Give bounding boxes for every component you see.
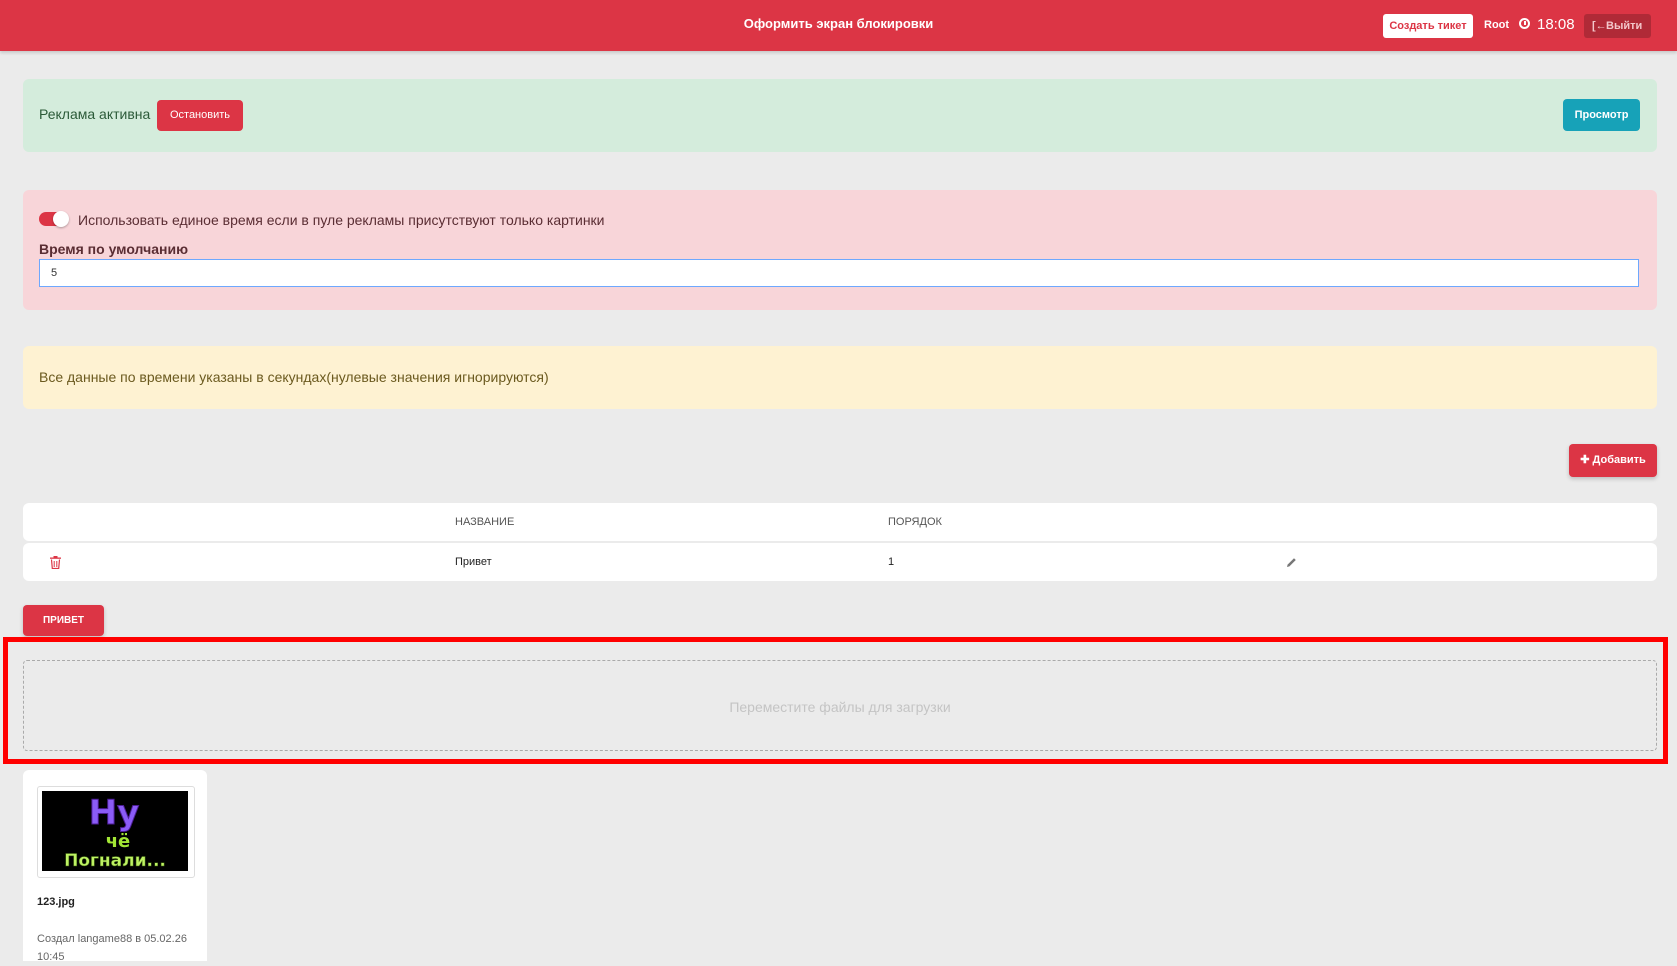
create-ticket-button[interactable]: Создать тикет <box>1383 14 1473 38</box>
info-note-text: Все данные по времени указаны в секундах… <box>39 369 549 385</box>
current-time: 18:08 <box>1537 16 1575 33</box>
info-note: Все данные по времени указаны в секундах… <box>23 346 1657 409</box>
pencil-icon[interactable] <box>1286 557 1297 568</box>
toggle-label: Использовать единое время если в пуле ре… <box>78 212 605 228</box>
settings-panel: Использовать единое время если в пуле ре… <box>23 190 1657 310</box>
thumbnail-text-3: Погнали... <box>64 851 166 871</box>
table-header: НАЗВАНИЕ ПОРЯДОК <box>23 503 1657 541</box>
row-order: 1 <box>888 556 895 568</box>
add-button-label: Добавить <box>1592 454 1646 466</box>
ad-status-text: Реклама активна <box>39 106 151 122</box>
default-time-input[interactable] <box>39 259 1639 287</box>
trash-icon[interactable] <box>50 556 61 569</box>
dropzone-text: Переместите файлы для загрузки <box>729 699 951 715</box>
group-tag-button[interactable]: ПРИВЕТ <box>23 605 104 636</box>
logout-label: Выйти <box>1606 20 1643 32</box>
clock-icon <box>1519 18 1530 29</box>
top-bar: Оформить экран блокировки Создать тикет … <box>0 0 1677 51</box>
unified-time-toggle[interactable] <box>39 211 69 227</box>
stop-button[interactable]: Остановить <box>157 100 243 131</box>
default-time-label: Время по умолчанию <box>39 241 189 257</box>
thumbnail-text-1: Ну <box>89 793 140 833</box>
ad-status-panel: Реклама активна Остановить Просмотр <box>23 79 1657 152</box>
plus-icon: ✚ <box>1580 454 1590 466</box>
preview-button[interactable]: Просмотр <box>1563 99 1640 131</box>
file-dropzone[interactable]: Переместите файлы для загрузки <box>23 660 1657 751</box>
logout-button[interactable]: [← Выйти <box>1584 14 1651 38</box>
sign-out-icon: [← <box>1592 20 1607 32</box>
column-header-name[interactable]: НАЗВАНИЕ <box>455 516 514 528</box>
row-name: Привет <box>455 556 492 568</box>
table-row[interactable]: Привет 1 <box>23 543 1657 581</box>
column-header-order[interactable]: ПОРЯДОК <box>888 516 942 528</box>
file-name: 123.jpg <box>37 896 75 908</box>
add-button[interactable]: ✚ Добавить <box>1569 444 1657 477</box>
file-thumbnail[interactable]: Ну чё Погнали... <box>37 786 195 878</box>
thumbnail-image: Ну чё Погнали... <box>42 791 188 871</box>
toggle-knob <box>53 211 69 227</box>
file-card[interactable]: Ну чё Погнали... 123.jpg Создал langame8… <box>23 770 207 963</box>
thumbnail-text-2: чё <box>106 831 131 852</box>
user-name[interactable]: Root <box>1484 19 1509 31</box>
